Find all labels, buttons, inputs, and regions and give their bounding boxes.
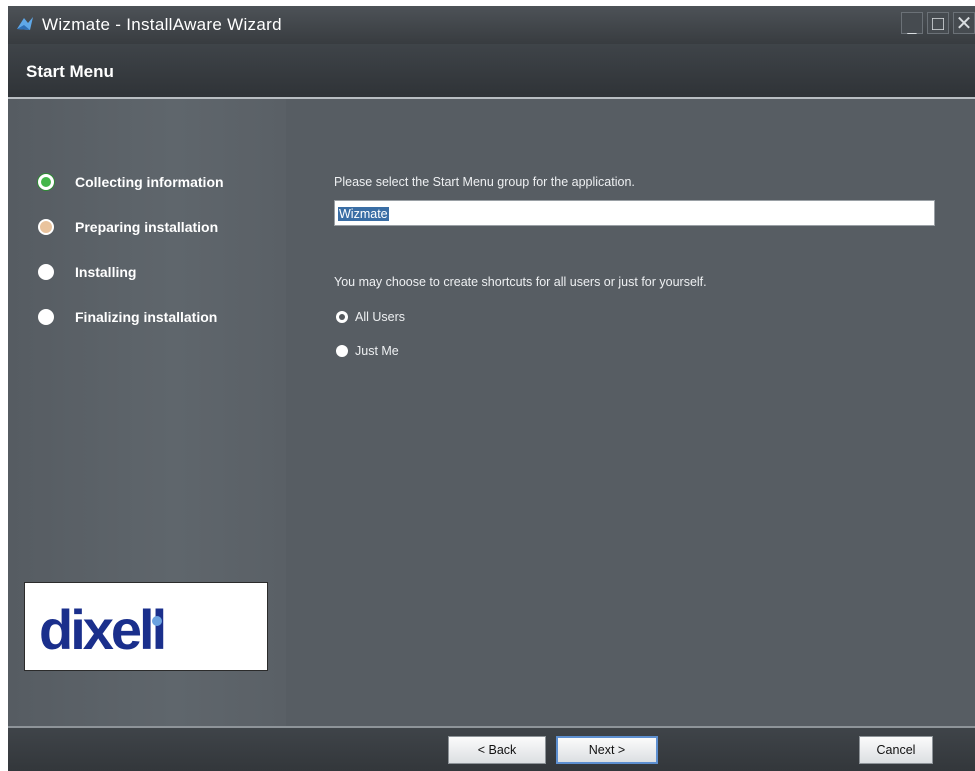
step-label: Finalizing installation [75, 309, 218, 325]
step-label: Collecting information [75, 174, 224, 190]
step-label: Preparing installation [75, 219, 219, 235]
step-active-icon [38, 174, 54, 190]
dixell-logo-graphic: dixell [39, 598, 167, 661]
radio-checked-icon [336, 311, 348, 323]
window-title: Wizmate - InstallAware Wizard [42, 15, 282, 34]
radio-label: All Users [355, 310, 406, 324]
step-todo-icon [38, 264, 54, 280]
back-button[interactable]: < Back [448, 736, 546, 764]
radio-label: Just Me [355, 344, 399, 358]
step-collecting-information: Collecting information [38, 174, 224, 190]
button-bar: < Back Next > Cancel [8, 728, 975, 771]
close-button[interactable]: ✕ [953, 12, 975, 35]
start-menu-group-prompt: Please select the Start Menu group for t… [334, 175, 635, 189]
cancel-button[interactable]: Cancel [859, 736, 933, 764]
minimize-button[interactable]: _ [901, 12, 923, 35]
shortcut-scope-prompt: You may choose to create shortcuts for a… [334, 275, 707, 289]
main-content: Please select the Start Menu group for t… [286, 99, 975, 726]
start-menu-group-value: Wizmate [338, 207, 389, 221]
step-preparing-installation: Preparing installation [38, 219, 218, 235]
page-title: Start Menu [26, 62, 114, 81]
dixell-logo: dixell [24, 582, 268, 671]
window-controls: _ □ ✕ [901, 12, 975, 35]
maximize-button[interactable]: □ [927, 12, 949, 35]
start-menu-group-input[interactable]: Wizmate [334, 200, 935, 226]
step-finalizing-installation: Finalizing installation [38, 309, 217, 325]
installaware-app-icon [17, 17, 33, 30]
step-pending-icon [38, 219, 54, 235]
installer-window: Wizmate - InstallAware Wizard _ □ ✕ Star… [8, 6, 975, 771]
step-installing: Installing [38, 264, 136, 280]
radio-just-me[interactable]: Just Me [336, 344, 399, 358]
title-bar[interactable]: Wizmate - InstallAware Wizard _ □ ✕ [8, 6, 975, 44]
step-todo-icon [38, 309, 54, 325]
radio-all-users[interactable]: All Users [336, 310, 405, 324]
step-label: Installing [75, 264, 137, 280]
logo-dot [152, 616, 162, 626]
next-button[interactable]: Next > [556, 736, 658, 764]
radio-unchecked-icon [336, 345, 348, 357]
page-header: Start Menu [8, 44, 975, 97]
logo-text: dixell [39, 598, 164, 661]
